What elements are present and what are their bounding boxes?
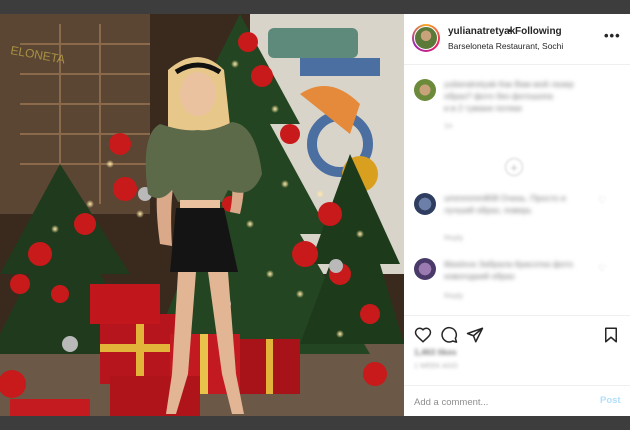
comment-meta: 1н [444, 121, 453, 130]
bottom-dark-bar [0, 416, 630, 430]
comment-like-icon[interactable]: ♡ [598, 195, 606, 206]
post-button[interactable]: Post [600, 395, 621, 406]
reply-link[interactable]: Reply [444, 291, 463, 300]
comment-text: новогодний образ [444, 271, 515, 281]
commenter-avatar[interactable] [414, 193, 436, 215]
comment-text: yulianatretyak Как Вам мой лазер [444, 79, 574, 89]
username-link[interactable]: yulianatretyak [448, 26, 515, 37]
commenter-avatar[interactable] [414, 258, 436, 280]
more-horizontal-icon[interactable]: ••• [604, 28, 621, 43]
photo-illustration: ELONETA [0, 14, 404, 416]
send-icon[interactable] [466, 326, 484, 344]
post-photo[interactable]: ELONETA [0, 14, 404, 416]
comment-text: лучший образ, поверь [444, 205, 532, 215]
following-button[interactable]: Following [515, 26, 562, 37]
post-timestamp: 1 WEEK AGO [414, 363, 458, 370]
bookmark-icon[interactable] [602, 326, 620, 344]
avatar[interactable] [412, 24, 440, 52]
load-more-icon[interactable]: + [505, 158, 523, 176]
comment-text: образ? фото без фотошопа [444, 91, 553, 101]
reply-link[interactable]: Reply [444, 233, 463, 242]
post-detail-panel: yulianatretyak • Following Barseloneta R… [404, 14, 630, 416]
add-comment-bar: Post [404, 385, 630, 417]
comments-list: yulianatretyak Как Вам мой лазер образ? … [404, 65, 630, 315]
top-dark-bar [0, 0, 630, 14]
location-link[interactable]: Barseloneta Restaurant, Sochi [448, 41, 563, 51]
avatar-image [414, 26, 438, 50]
heart-icon[interactable] [414, 326, 432, 344]
comment-text: ummmmm808 Очень. Просто и [444, 193, 566, 203]
comment-text: liliaslova Забрала Красотка фото [444, 259, 573, 269]
commenter-avatar[interactable] [414, 79, 436, 101]
comment-input[interactable] [414, 394, 584, 410]
comment-text: и в 2 тумане потеки [444, 103, 522, 113]
comment-icon[interactable] [440, 326, 458, 344]
separator-dot: • [508, 26, 512, 37]
post-header: yulianatretyak • Following Barseloneta R… [404, 14, 630, 65]
comment-like-icon[interactable]: ♡ [598, 263, 606, 274]
likes-count[interactable]: 1,463 likes [414, 347, 457, 357]
